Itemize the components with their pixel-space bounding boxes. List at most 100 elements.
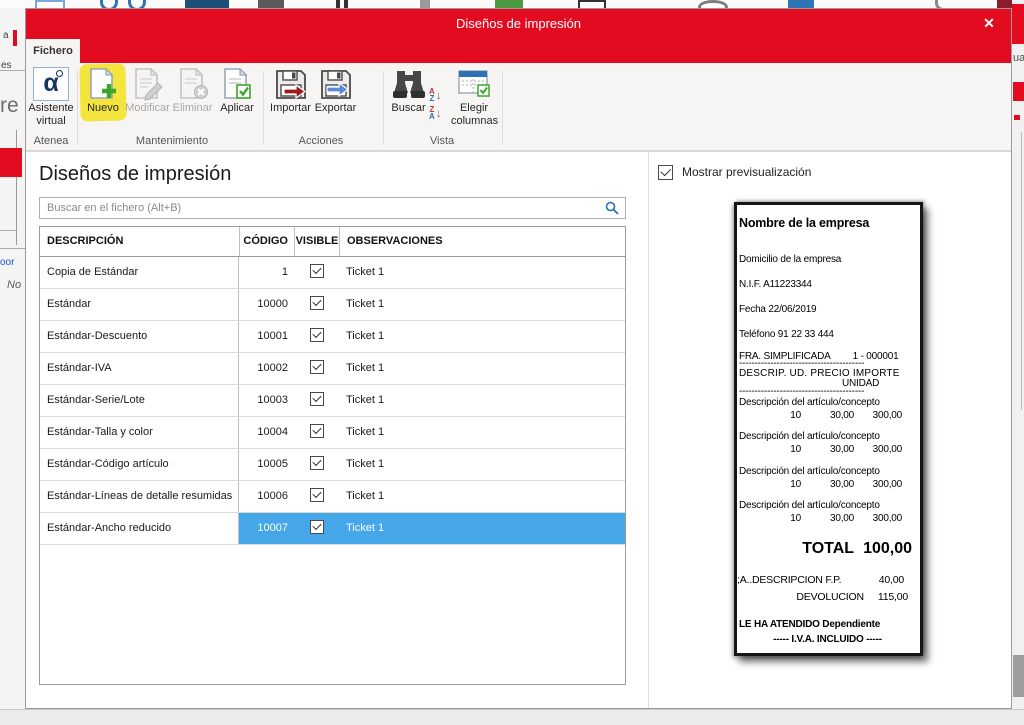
search-input[interactable] — [39, 197, 626, 219]
sort-az-icon[interactable]: AZ ↓ — [429, 88, 451, 103]
background-red-fragment — [13, 30, 17, 46]
row-visible-cell — [294, 449, 339, 480]
row-descripcion: Estándar-Talla y color — [40, 417, 239, 448]
background-icon-fragment — [128, 0, 146, 8]
modificar-button[interactable]: Modificar — [125, 66, 170, 132]
row-observaciones: Ticket 1 — [339, 481, 625, 512]
visible-checkbox[interactable] — [310, 296, 324, 310]
ticket-item-name: Descripción del artículo/concepto — [739, 431, 916, 443]
group-separator — [263, 71, 264, 145]
ticket-item-name: Descripción del artículo/concepto — [739, 500, 916, 512]
table-row[interactable]: Copia de Estándar1Ticket 1 — [40, 257, 625, 289]
row-codigo: 10005 — [239, 449, 294, 480]
ticket-item-numbers: 1030,00300,00 — [739, 513, 916, 524]
table-row[interactable]: Estándar-Líneas de detalle resumidas1000… — [40, 481, 625, 513]
row-visible-cell — [294, 321, 339, 352]
visible-checkbox[interactable] — [310, 456, 324, 470]
elegir-columnas-button[interactable]: Elegircolumnas — [451, 66, 497, 132]
column-header-codigo[interactable]: CÓDIGO — [239, 227, 294, 256]
row-descripcion: Estándar — [40, 289, 239, 320]
group-label-acciones: Acciones — [266, 135, 376, 147]
preview-toggle: Mostrar previsualización — [658, 164, 811, 180]
background-left-strip: a es re oor No — [0, 8, 25, 725]
ticket-total: TOTAL100,00 — [739, 543, 912, 554]
visible-checkbox[interactable] — [310, 328, 324, 342]
table-row[interactable]: Estándar-Código artículo10005Ticket 1 — [40, 449, 625, 481]
table-row[interactable]: Estándar10000Ticket 1 — [40, 289, 625, 321]
background-red-fragment — [1014, 115, 1020, 120]
background-icon-fragment — [997, 0, 1013, 8]
visible-checkbox[interactable] — [310, 520, 324, 534]
background-divider — [0, 230, 17, 231]
row-observaciones: Ticket 1 — [339, 385, 625, 416]
row-visible-cell — [294, 385, 339, 416]
table-row[interactable]: Estándar-Descuento10001Ticket 1 — [40, 321, 625, 353]
background-bottom-strip — [0, 709, 1024, 725]
visible-checkbox[interactable] — [310, 264, 324, 278]
nuevo-button[interactable]: Nuevo — [82, 66, 124, 132]
ticket-item-numbers: 1030,00300,00 — [739, 444, 916, 455]
visible-checkbox[interactable] — [310, 360, 324, 374]
designs-table: DESCRIPCIÓN CÓDIGO VISIBLE OBSERVACIONES… — [39, 226, 626, 685]
pane-divider — [648, 152, 649, 708]
tab-fichero[interactable]: Fichero — [26, 39, 80, 63]
ticket-item-numbers: 1030,00300,00 — [739, 410, 916, 421]
ticket-item-numbers: 1030,00300,00 — [739, 479, 916, 490]
table-row[interactable]: Estándar-Serie/Lote10003Ticket 1 — [40, 385, 625, 417]
row-visible-cell — [294, 417, 339, 448]
show-preview-checkbox[interactable] — [658, 165, 673, 180]
group-separator — [502, 71, 503, 145]
sort-buttons: AZ ↓ ZA ↓ — [429, 71, 451, 137]
background-icon-fragment — [495, 0, 523, 8]
print-designs-dialog: Diseños de impresión ✕ Fichero α Asisten… — [25, 8, 1012, 709]
background-taskbar-icons — [0, 0, 1024, 8]
exportar-button[interactable]: Exportar — [313, 66, 358, 132]
visible-checkbox[interactable] — [310, 392, 324, 406]
alpha-assistant-icon: α — [28, 66, 74, 102]
row-codigo: 10003 — [239, 385, 294, 416]
group-separator — [383, 71, 384, 145]
group-label-atenea: Atenea — [26, 135, 76, 147]
background-right-strip: ua — [1012, 0, 1024, 725]
row-codigo: 10002 — [239, 353, 294, 384]
column-header-visible[interactable]: VISIBLE — [294, 227, 339, 256]
dialog-content: Diseños de impresión DESCRIPCIÓN CÓDIGO … — [26, 151, 1011, 708]
background-text-fragment: No — [7, 279, 21, 291]
background-icon-fragment — [698, 0, 728, 8]
table-row[interactable]: Estándar-Talla y color10004Ticket 1 — [40, 417, 625, 449]
table-row[interactable]: Estándar-IVA10002 Ticket 1 — [40, 353, 625, 385]
ticket-separator: ---------------------------------------- — [739, 386, 916, 397]
search-box — [39, 197, 626, 219]
background-red-block — [1012, 4, 1024, 44]
visible-checkbox[interactable] — [310, 488, 324, 502]
column-header-observaciones[interactable]: OBSERVACIONES — [339, 227, 625, 256]
row-observaciones: Ticket 1 — [339, 513, 625, 544]
dialog-titlebar[interactable]: Diseños de impresión ✕ — [26, 9, 1011, 63]
background-gray-block — [1013, 655, 1024, 697]
eliminar-button[interactable]: Eliminar — [171, 66, 214, 132]
ticket-preview: Nombre de la empresa Domicilio de la emp… — [734, 202, 923, 656]
export-floppy-icon — [313, 66, 358, 102]
ticket-item-name: Descripción del artículo/concepto — [739, 397, 916, 409]
asistente-virtual-button[interactable]: α Asistentevirtual — [28, 66, 74, 132]
aplicar-button[interactable]: Aplicar — [215, 66, 259, 132]
group-label-mantenimiento: Mantenimiento — [82, 135, 262, 147]
row-visible-cell — [294, 481, 339, 512]
buscar-button[interactable]: Buscar — [388, 66, 429, 132]
row-descripcion: Estándar-IVA — [40, 353, 239, 384]
row-observaciones: Ticket 1 — [339, 353, 625, 384]
row-visible-cell — [294, 513, 339, 544]
visible-checkbox[interactable] — [310, 424, 324, 438]
background-text-fragment: oor — [0, 257, 14, 268]
row-codigo: 1 — [239, 257, 294, 288]
close-icon[interactable]: ✕ — [979, 13, 999, 33]
ticket-attended-line: LE HA ATENDIDO Dependiente — [739, 619, 916, 630]
search-icon[interactable] — [605, 201, 619, 215]
sort-za-icon[interactable]: ZA ↓ — [429, 106, 451, 121]
column-header-descripcion[interactable]: DESCRIPCIÓN — [40, 227, 239, 256]
row-observaciones: Ticket 1 — [339, 257, 625, 288]
show-preview-label: Mostrar previsualización — [682, 165, 811, 179]
importar-button[interactable]: Importar — [269, 66, 312, 132]
background-text-fragment: re — [0, 94, 19, 118]
table-row[interactable]: Estándar-Ancho reducido10007Ticket 1 — [40, 513, 625, 545]
